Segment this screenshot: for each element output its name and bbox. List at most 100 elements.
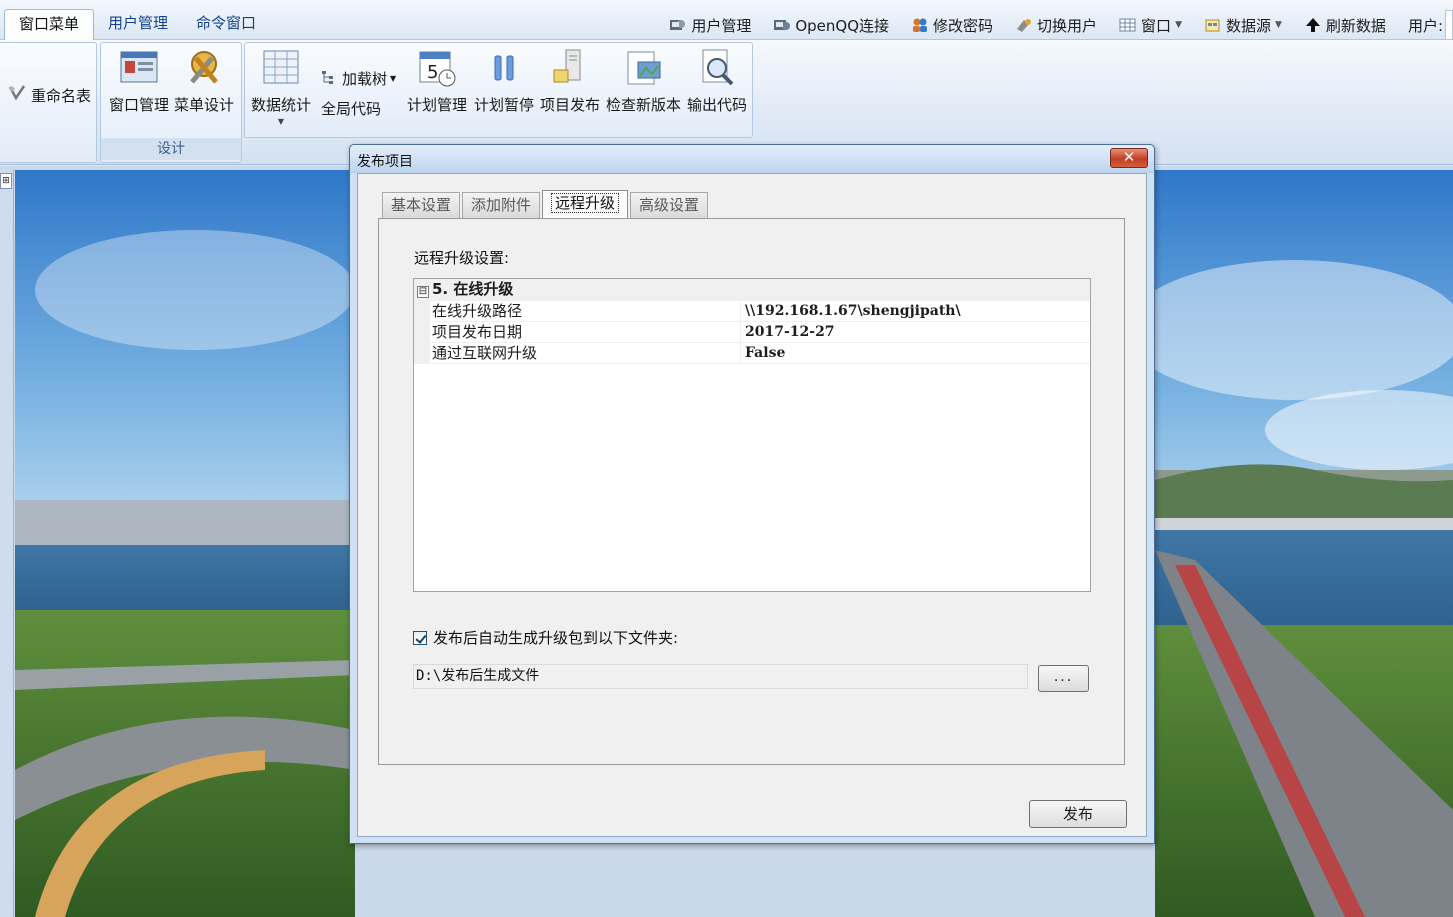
property-value[interactable]: False — [744, 343, 1090, 363]
menu-design-button[interactable]: 菜单设计 — [174, 48, 234, 115]
export-code-button[interactable]: 输出代码 — [687, 48, 747, 115]
table-grid-icon — [263, 50, 299, 84]
quick-openqq-label: OpenQQ连接 — [795, 16, 890, 35]
quick-user-manage-button[interactable]: 用户管理 — [669, 15, 751, 36]
ribbon-tabs: 窗口菜单 用户管理 命令窗口 — [4, 9, 270, 40]
load-tree-dropdown[interactable]: 加载树 ▼ — [320, 68, 396, 89]
pin-icon[interactable]: ⊞ — [0, 173, 12, 189]
auto-package-label: 发布后自动生成升级包到以下文件夹: — [433, 629, 679, 647]
project-publish-label: 项目发布 — [540, 96, 601, 114]
window-manage-button[interactable]: 窗口管理 — [109, 48, 169, 115]
rename-table-button[interactable]: 重命名表 — [7, 84, 91, 106]
tab-window-menu[interactable]: 窗口菜单 — [4, 9, 95, 40]
dialog-body: 基本设置 添加附件 远程升级 高级设置 远程升级设置: ⊟ 5. 在线升级 在线升… — [357, 173, 1147, 837]
property-value[interactable]: \\192.168.1.67\shengjipath\ — [744, 301, 1090, 321]
tab-remote-upgrade-label: 远程升级 — [551, 193, 620, 213]
auto-package-checkbox-row[interactable]: 发布后自动生成升级包到以下文件夹: — [413, 627, 678, 648]
tab-user-management[interactable]: 用户管理 — [94, 9, 182, 40]
tab-advanced-settings[interactable]: 高级设置 — [630, 192, 709, 219]
property-row-publish-date[interactable]: 项目发布日期 2017-12-27 — [414, 322, 1090, 343]
chevron-down-icon: ▼ — [1175, 20, 1182, 30]
ribbon-group-design: 窗口管理 菜单设计 设计 — [100, 42, 242, 163]
user-manage-icon — [669, 17, 687, 33]
tab-add-attachments[interactable]: 添加附件 — [462, 192, 541, 219]
plan-pause-label: 计划暂停 — [474, 96, 535, 114]
property-category-label: 5. 在线升级 — [432, 280, 514, 298]
tab-remote-upgrade[interactable]: 远程升级 — [542, 190, 629, 219]
close-button[interactable]: ✕ — [1110, 148, 1148, 168]
publish-project-dialog: 发布项目 ✕ 基本设置 添加附件 远程升级 高级设置 远程升级设置: ⊟ 5. 在… — [349, 144, 1155, 844]
tab-command-window[interactable]: 命令窗口 — [182, 9, 270, 40]
plan-manage-label: 计划管理 — [407, 96, 468, 114]
quick-change-password-button[interactable]: 修改密码 — [911, 15, 993, 36]
tab-basic-settings-label: 基本设置 — [391, 196, 452, 214]
load-tree-label: 加载树 — [342, 70, 388, 88]
user-field[interactable] — [1445, 10, 1453, 40]
dialog-title: 发布项目 — [357, 154, 413, 170]
property-row-internet-upgrade[interactable]: 通过互联网升级 False — [414, 343, 1090, 364]
project-publish-button[interactable]: 项目发布 — [540, 48, 600, 115]
quick-window-label: 窗口 — [1141, 16, 1172, 35]
rename-table-label: 重命名表 — [31, 86, 92, 105]
quick-datasource-dropdown[interactable]: 数据源 ▼ — [1204, 15, 1282, 36]
property-name: 在线升级路径 — [431, 301, 741, 321]
rename-table-icon — [7, 84, 27, 106]
check-version-label: 检查新版本 — [606, 96, 682, 114]
remote-upgrade-panel: 远程升级设置: ⊟ 5. 在线升级 在线升级路径 \\192.168.1.67\s… — [378, 218, 1125, 765]
dialog-title-bar[interactable]: 发布项目 ✕ — [350, 145, 1154, 173]
ribbon-group-table: 重命名表 — [0, 42, 97, 163]
qq-connect-icon — [773, 17, 791, 33]
quick-refresh-button[interactable]: 刷新数据 — [1304, 15, 1386, 36]
output-path-field[interactable]: D:\发布后生成文件 — [413, 664, 1028, 689]
switch-user-icon — [1015, 17, 1033, 33]
quick-datasource-label: 数据源 — [1225, 16, 1271, 35]
quick-window-dropdown[interactable]: 窗口 ▼ — [1119, 15, 1182, 36]
publish-button[interactable]: 发布 — [1029, 800, 1127, 828]
global-code-button[interactable]: 全局代码 — [321, 98, 381, 119]
row-gutter — [414, 301, 430, 322]
collapse-icon[interactable]: ⊟ — [417, 286, 429, 298]
chevron-down-icon: ▼ — [1275, 20, 1282, 30]
check-version-button[interactable]: 检查新版本 — [606, 48, 681, 115]
calendar-clock-icon: 5 — [419, 51, 456, 87]
browse-button[interactable]: ... — [1038, 665, 1089, 692]
menu-design-label: 菜单设计 — [174, 96, 235, 114]
side-pane-strip[interactable]: ⊞ — [0, 170, 14, 917]
data-stats-label: 数据统计 — [251, 96, 312, 114]
quick-refresh-label: 刷新数据 — [1325, 16, 1386, 35]
up-arrow-icon — [1304, 17, 1322, 33]
ribbon-group-tools: 数据统计 ▼ 加载树 ▼ 全局代码 5 计划管理 计划暂停 项目发布 检查新版本 — [244, 42, 753, 138]
window-manage-label: 窗口管理 — [109, 96, 170, 114]
row-gutter — [414, 343, 430, 364]
tree-icon — [320, 69, 338, 89]
property-name: 项目发布日期 — [431, 322, 741, 342]
quick-openqq-button[interactable]: OpenQQ连接 — [773, 15, 889, 36]
window-manage-icon — [120, 51, 158, 83]
quick-switch-user-label: 切换用户 — [1037, 16, 1098, 35]
window-grid-icon — [1119, 17, 1137, 33]
quick-switch-user-button[interactable]: 切换用户 — [1015, 15, 1097, 36]
property-row-upgrade-path[interactable]: 在线升级路径 \\192.168.1.67\shengjipath\ — [414, 301, 1090, 322]
tools-icon — [190, 51, 218, 84]
current-user-label: 用户: — [1407, 16, 1443, 35]
property-grid[interactable]: ⊟ 5. 在线升级 在线升级路径 \\192.168.1.67\shengjipa… — [413, 278, 1091, 592]
ribbon-group-design-label: 设计 — [101, 138, 241, 160]
svg-text:5: 5 — [427, 62, 438, 83]
property-category[interactable]: ⊟ 5. 在线升级 — [414, 279, 1090, 301]
global-code-label: 全局代码 — [321, 100, 382, 118]
users-icon — [911, 17, 929, 33]
server-publish-icon — [553, 49, 581, 83]
tab-add-attachments-label: 添加附件 — [471, 196, 532, 214]
quick-access-bar: 用户管理 OpenQQ连接 修改密码 切换用户 窗口 ▼ 数据源 ▼ 刷新数据 … — [669, 10, 1453, 40]
data-stats-button[interactable]: 数据统计 ▼ — [251, 48, 311, 126]
property-value[interactable]: 2017-12-27 — [744, 322, 1090, 342]
plan-pause-button[interactable]: 计划暂停 — [474, 48, 534, 115]
plan-manage-button[interactable]: 5 计划管理 — [407, 48, 467, 115]
auto-package-checkbox[interactable] — [413, 630, 427, 645]
tab-basic-settings[interactable]: 基本设置 — [382, 192, 461, 219]
tab-advanced-settings-label: 高级设置 — [639, 196, 700, 214]
property-name: 通过互联网升级 — [431, 343, 741, 363]
pause-icon — [494, 55, 514, 81]
export-code-label: 输出代码 — [687, 96, 748, 114]
ribbon-tab-bar: 窗口菜单 用户管理 命令窗口 用户管理 OpenQQ连接 修改密码 切换用户 窗… — [0, 0, 1453, 40]
